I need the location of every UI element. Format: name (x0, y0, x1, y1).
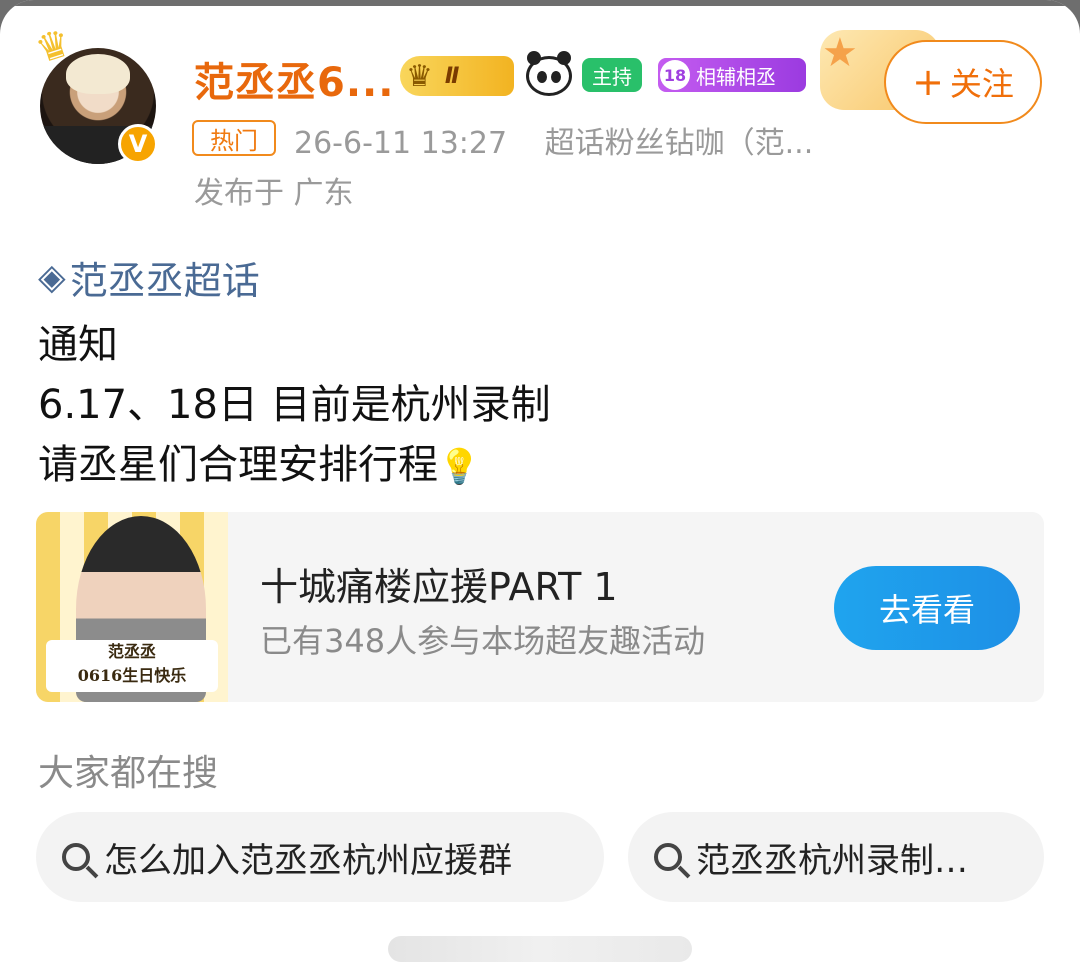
post-text-line: 6.17、18日 目前是杭州录制 (38, 382, 551, 428)
post-text: 请丞星们合理安排行程 (38, 442, 438, 488)
post-text-line: 请丞星们合理安排行程💡 (38, 432, 480, 490)
thumbnail-caption-line: 范丞丞 (107, 642, 156, 661)
thumbnail-caption: 范丞丞 0616生日快乐 (46, 640, 218, 692)
timestamp: 26-6-11 13:27 (294, 126, 508, 161)
follow-button[interactable]: + 关注 (884, 40, 1042, 124)
activity-thumbnail: 范丞丞 0616生日快乐 (36, 512, 228, 702)
diamond-icon: ◈ (38, 257, 66, 298)
username[interactable]: 范丞丞6... (194, 50, 394, 108)
fan-level: 18 (660, 60, 690, 90)
search-suggestion-chip[interactable]: 范丞丞杭州录制… (628, 812, 1044, 902)
go-see-button[interactable]: 去看看 (834, 566, 1020, 650)
crown-icon: ♛ (406, 58, 433, 94)
post-text-line: 通知 (38, 322, 118, 368)
topic-link[interactable]: ◈ 范丞丞超话 (38, 250, 260, 305)
fan-badge-label: 相辅相丞 (696, 64, 776, 89)
lightbulb-icon: 💡 (438, 447, 481, 487)
activity-title: 十城痛楼应援PART 1 (260, 565, 618, 609)
level-number: Ⅱ (444, 63, 460, 89)
activity-subtitle: 已有348人参与本场超友趣活动 (260, 622, 706, 660)
plus-icon: + (912, 60, 944, 104)
thumbnail-caption-line: 0616生日快乐 (77, 666, 187, 685)
topic-label: 范丞丞超话 (69, 259, 260, 303)
hot-tag: 热门 (192, 120, 276, 156)
panda-icon[interactable] (526, 51, 572, 96)
search-icon (62, 843, 90, 871)
post-location: 发布于 广东 (194, 176, 354, 211)
top-border (0, 0, 1080, 6)
panda-eye (551, 71, 561, 83)
search-icon (654, 843, 682, 871)
search-heading: 大家都在搜 (38, 753, 219, 794)
star-icon: ★ (822, 30, 858, 76)
weibo-post-card: ♛ V 范丞丞6... ♛ Ⅱ 主持 18 相辅相丞 ★ + 关注 热门 26-… (0, 0, 1080, 972)
search-suggestion-chip[interactable]: 怎么加入范丞丞杭州应援群 (36, 812, 604, 902)
fan-badge[interactable]: 18 相辅相丞 (658, 58, 806, 92)
search-suggestion-label: 怎么加入范丞丞杭州应援群 (104, 840, 512, 881)
faded-content-bar (388, 936, 692, 962)
host-badge[interactable]: 主持 (582, 58, 642, 92)
level-badge[interactable]: ♛ Ⅱ (400, 56, 514, 96)
post-meta: 26-6-11 13:27 超话粉丝钻咖（范... (294, 118, 813, 162)
follow-label: 关注 (949, 65, 1014, 103)
search-suggestion-label: 范丞丞杭州录制… (696, 840, 968, 881)
activity-card[interactable]: 范丞丞 0616生日快乐 十城痛楼应援PART 1 已有348人参与本场超友趣活… (36, 512, 1044, 702)
post-source[interactable]: 超话粉丝钻咖（范... (545, 126, 814, 161)
panda-eye (537, 71, 547, 83)
verified-badge: V (118, 124, 158, 164)
